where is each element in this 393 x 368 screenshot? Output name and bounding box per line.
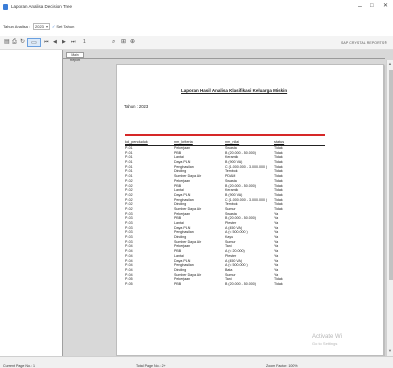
page-setup-icon[interactable]: ▭ [27,38,41,47]
export-icon[interactable]: ⊞ [121,38,126,47]
watermark-line-2: Go to Settings [312,341,338,346]
set-tahun-button[interactable]: ✓Set Tahun [52,24,74,29]
current-page-status: Current Page No.: 1 [3,364,35,368]
page-number-input[interactable]: 1 [83,38,86,47]
activation-watermark: Activate Wi Go to Settings [312,334,342,346]
table-row: P-05 PBB B (20.000 - 50.000) Tidak [117,282,385,287]
header-red-rule [125,134,325,136]
tab-divider [63,58,385,59]
first-page-icon[interactable]: ⏮ [44,38,49,47]
zoom-icon[interactable]: ⊕ [130,38,135,47]
sap-logo-label: SAP CRYSTAL REPORTS® [340,41,387,45]
year-label: Tahun Analisa : [3,24,31,29]
watermark-line-1: Activate Wi [312,334,343,340]
report-toolbar: ▤ ⎙ ↻ ▭ ⏮ ◀ ▶ ⏭ 1 ⌕ ⊞ ⊕ [0,36,393,50]
title-bar: Laporan Analisa Decision Tree – □ ✕ [0,0,393,14]
zoom-status: Zoom Factor: 100% [266,364,298,368]
next-page-icon[interactable]: ▶ [62,38,66,47]
column-header-nm-kriteria: nm_kriteria [174,140,193,144]
table-cell: B (20.000 - 50.000) [225,281,256,286]
status-bar: Current Page No.: 1 Total Page No.: 2+ Z… [0,356,393,368]
save-icon[interactable]: ▤ [4,38,10,47]
minimize-button[interactable]: – [358,3,362,10]
close-button[interactable]: ✕ [383,3,388,10]
table-cell: P-05 [125,281,133,286]
check-icon: ✓ [52,24,56,29]
report-page: Laporan Hasil Analisa Klasifikasi Keluar… [116,64,384,356]
refresh-icon[interactable]: ↻ [20,38,25,47]
last-page-icon[interactable]: ⏭ [71,38,76,47]
group-tree-panel[interactable] [0,50,63,356]
vertical-scrollbar[interactable]: ▲ ▼ [386,60,393,356]
table-cell: PBB [174,281,182,286]
year-dropdown[interactable]: 2023 [33,23,50,30]
column-header-status: status [274,140,285,144]
scroll-up-icon[interactable]: ▲ [388,61,392,66]
scroll-thumb[interactable] [388,70,393,280]
column-header-nm-nilai: nm_nilai [225,140,240,144]
search-icon[interactable]: ⌕ [112,38,115,47]
print-icon[interactable]: ⎙ [12,38,17,47]
total-page-status: Total Page No.: 2+ [136,364,166,368]
report-year: Tahun : 2023 [124,104,149,109]
report-rows: P-01 Pekerjaan Swasta Tidak P-01 PBB B (20.000… [117,146,385,287]
window-title: Laporan Analisa Decision Tree [11,4,73,9]
scroll-down-icon[interactable]: ▼ [388,348,392,353]
table-cell: Tidak [274,281,283,286]
prev-page-icon[interactable]: ◀ [53,38,57,47]
report-title: Laporan Hasil Analisa Klasifikasi Keluar… [181,88,288,93]
set-tahun-label: Set Tahun [56,24,75,29]
maximize-button[interactable]: □ [370,3,374,10]
app-icon [3,4,8,10]
column-header-kd-penduduk: kd_penduduk [125,140,148,144]
